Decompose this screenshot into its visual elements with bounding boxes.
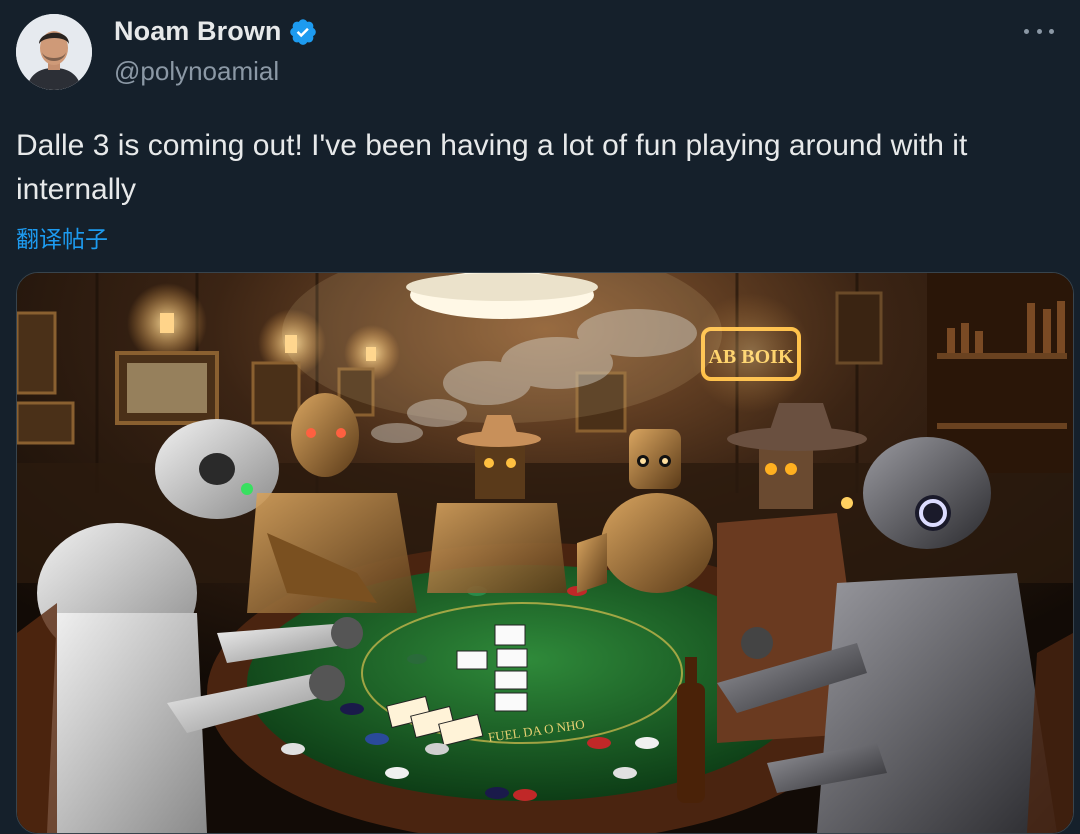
robots-poker-illustration: AB BOIK FUEL DA O NHO — [17, 273, 1073, 833]
tweet-image[interactable]: AB BOIK FUEL DA O NHO — [16, 272, 1074, 834]
author-name-row: Noam Brown — [114, 16, 318, 47]
author-handle[interactable]: @polynoamial — [114, 56, 279, 87]
more-horizontal-icon[interactable] — [1024, 26, 1054, 36]
person-avatar-icon — [16, 14, 92, 90]
author-display-name[interactable]: Noam Brown — [114, 16, 282, 47]
author-avatar[interactable] — [16, 14, 92, 90]
tweet-text: Dalle 3 is coming out! I've been having … — [16, 129, 968, 206]
verified-badge-icon[interactable] — [288, 17, 318, 47]
translate-post-link[interactable]: 翻译帖子 — [16, 220, 108, 254]
tweet-card: Noam Brown @polynoamial Dalle 3 is comin… — [0, 0, 1080, 834]
